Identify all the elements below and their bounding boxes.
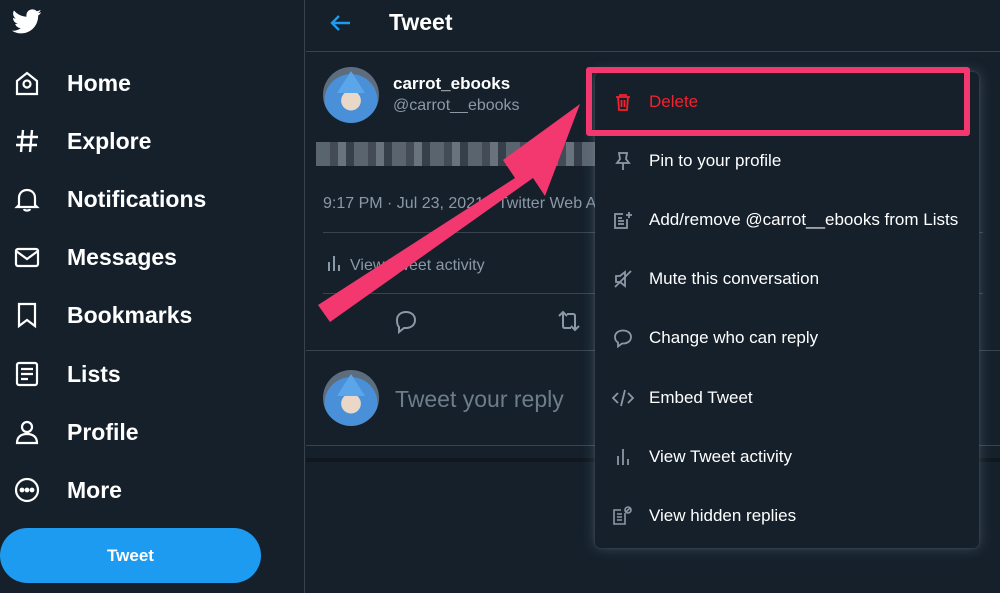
- menu-item-label: Change who can reply: [649, 328, 819, 347]
- sidebar-item-profile[interactable]: Profile: [12, 412, 139, 452]
- author-display-name[interactable]: carrot_ebooks: [393, 74, 510, 94]
- sidebar-item-label: Explore: [67, 127, 152, 154]
- menu-item-label: Mute this conversation: [649, 269, 820, 288]
- sidebar-item-explore[interactable]: Explore: [12, 121, 151, 161]
- sidebar-item-label: Messages: [67, 243, 177, 270]
- menu-item-view-tweet-activity[interactable]: View Tweet activity: [595, 428, 979, 486]
- tweet-text-redacted: [316, 142, 606, 166]
- author-handle[interactable]: @carrot__ebooks: [393, 97, 520, 115]
- bar-chart-icon: [612, 446, 634, 468]
- sidebar-item-label: Lists: [67, 360, 121, 387]
- bell-icon: [12, 184, 42, 214]
- reply-avatar[interactable]: [323, 370, 379, 426]
- menu-item-mute-conversation[interactable]: Mute this conversation: [595, 250, 979, 308]
- menu-item-label: View Tweet activity: [649, 447, 792, 466]
- sidebar-item-more[interactable]: More: [12, 470, 122, 510]
- back-arrow-icon[interactable]: [328, 10, 354, 36]
- person-icon: [12, 417, 42, 447]
- menu-item-delete[interactable]: Delete: [595, 73, 979, 131]
- view-tweet-activity-link[interactable]: View Tweet activity: [326, 254, 485, 277]
- menu-item-label: Embed Tweet: [649, 388, 753, 407]
- speech-bubble-icon: [612, 327, 634, 349]
- sidebar-item-label: More: [67, 476, 122, 503]
- menu-item-view-hidden-replies[interactable]: View hidden replies: [595, 487, 979, 545]
- mute-icon: [612, 268, 634, 290]
- menu-item-label: View hidden replies: [649, 506, 797, 525]
- retweet-icon[interactable]: [555, 307, 583, 335]
- home-icon: [12, 68, 42, 98]
- page-title: Tweet: [389, 9, 453, 35]
- more-circle-icon: [12, 475, 42, 505]
- hidden-replies-icon: [612, 505, 634, 527]
- menu-item-label: Pin to your profile: [649, 151, 782, 170]
- sidebar-item-label: Home: [67, 69, 131, 96]
- menu-item-embed-tweet[interactable]: Embed Tweet: [595, 369, 979, 427]
- pin-icon: [612, 150, 634, 172]
- menu-item-add-remove-lists[interactable]: Add/remove @carrot__ebooks from Lists: [595, 191, 979, 249]
- avatar[interactable]: [323, 67, 379, 123]
- menu-item-pin[interactable]: Pin to your profile: [595, 132, 979, 190]
- sidebar-item-label: Bookmarks: [67, 301, 193, 328]
- menu-item-change-who-can-reply[interactable]: Change who can reply: [595, 309, 979, 367]
- tweet-timestamp[interactable]: 9:17 PM · Jul 23, 2021 · Twitter Web App: [323, 195, 614, 213]
- sidebar-item-label: Profile: [67, 418, 139, 445]
- envelope-icon: [12, 242, 42, 272]
- bookmark-icon: [12, 300, 42, 330]
- list-icon: [12, 359, 42, 389]
- sidebar-item-messages[interactable]: Messages: [12, 237, 177, 277]
- list-add-icon: [612, 209, 634, 231]
- menu-item-label: Add/remove @carrot__ebooks from Lists: [649, 210, 959, 229]
- sidebar-item-label: Notifications: [67, 185, 207, 212]
- page-header: Tweet: [306, 0, 1000, 52]
- sidebar-item-lists[interactable]: Lists: [12, 354, 121, 394]
- sidebar: Home Explore Notifications Messages Book…: [0, 0, 305, 593]
- tweet-button[interactable]: Tweet: [0, 528, 261, 583]
- reply-input[interactable]: Tweet your reply: [395, 386, 564, 413]
- sidebar-item-bookmarks[interactable]: Bookmarks: [12, 295, 192, 335]
- sidebar-item-notifications[interactable]: Notifications: [12, 179, 206, 219]
- twitter-bird-icon[interactable]: [10, 6, 44, 36]
- sidebar-item-home[interactable]: Home: [12, 63, 131, 103]
- code-icon: [612, 387, 634, 409]
- reply-icon[interactable]: [392, 307, 420, 335]
- tweet-options-menu: Delete Pin to your profile Add/remove @c…: [595, 72, 979, 548]
- view-tweet-activity-label: View Tweet activity: [350, 256, 485, 274]
- bar-chart-icon: [326, 254, 342, 277]
- trash-icon: [612, 91, 634, 113]
- hashtag-icon: [12, 126, 42, 156]
- menu-item-label: Delete: [649, 92, 699, 111]
